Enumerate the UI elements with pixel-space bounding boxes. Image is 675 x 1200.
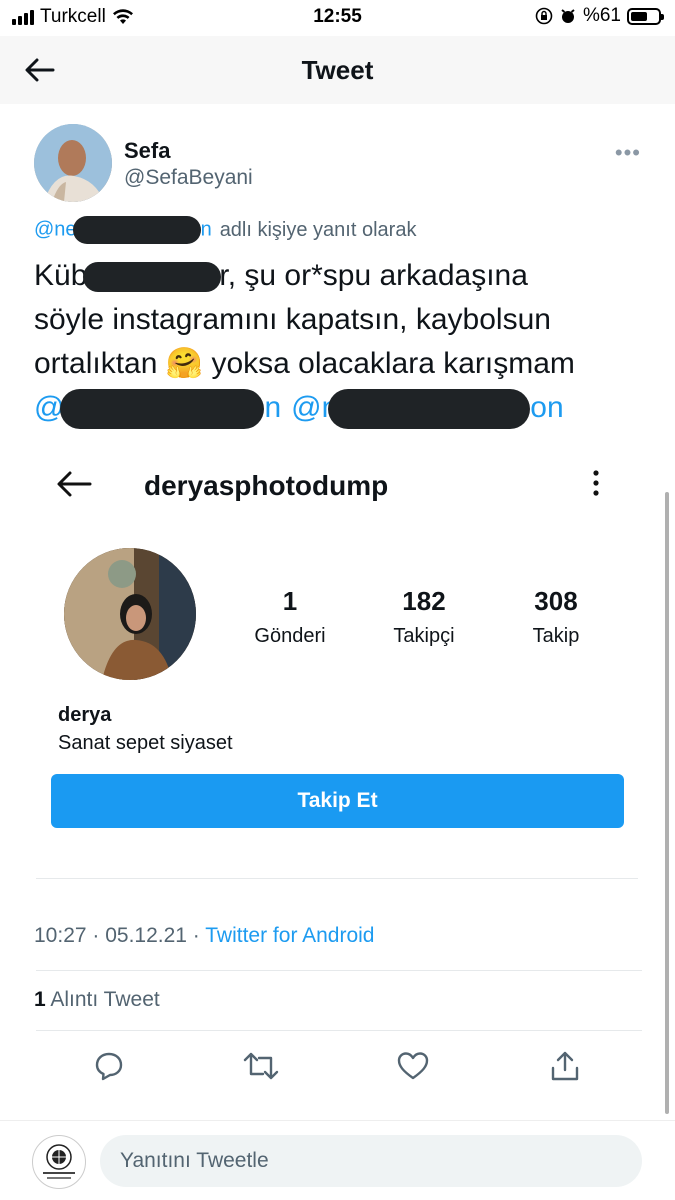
emblem-icon (43, 1144, 75, 1179)
tweet-text: Küb r, şu or*spu arkadaşına söyle instagr… (34, 259, 575, 380)
divider (36, 970, 642, 971)
author-handle[interactable]: @SefaBeyani (124, 166, 253, 190)
attached-image[interactable]: deryasphotodump 1 Gönderi 182 Takipçi 30… (34, 440, 640, 860)
battery-icon (627, 7, 664, 25)
ig-stat-followers: 182 Takipçi (393, 586, 455, 647)
author-avatar[interactable] (34, 124, 112, 202)
header: Tweet (0, 36, 675, 104)
redaction (83, 262, 222, 293)
reply-icon[interactable] (89, 1046, 129, 1086)
ig-profile-photo (64, 548, 196, 680)
ig-bio: Sanat sepet siyaset (58, 732, 233, 754)
share-icon[interactable] (545, 1046, 585, 1086)
scrollbar[interactable] (665, 492, 669, 1114)
tweet-timestamp: 10:27 · 05.12.21 · Twitter for Android (34, 924, 375, 947)
mention-1[interactable]: @ n (34, 386, 281, 430)
status-right: %61 (535, 5, 664, 27)
redaction (72, 216, 201, 244)
reply-label: adlı kişiye yanıt olarak (219, 218, 417, 241)
page-title: Tweet (301, 54, 374, 85)
tweet-source[interactable]: Twitter for Android (205, 924, 374, 947)
status-bar: Turkcell 12:55 %61 (0, 0, 675, 36)
user-avatar[interactable] (32, 1135, 86, 1189)
back-button[interactable] (22, 52, 58, 88)
tweet-mentions: @ n @n on (34, 386, 564, 430)
tweet-actions (0, 1046, 675, 1090)
reply-bar: Yanıtını Tweetle (0, 1120, 675, 1200)
ig-display-name: derya (58, 704, 112, 726)
author-name[interactable]: Sefa (124, 138, 170, 164)
battery-percent: %61 (582, 5, 621, 26)
divider (36, 878, 638, 879)
mention-2[interactable]: @n on (291, 386, 564, 430)
orientation-lock-icon (535, 7, 553, 25)
quote-tweets-link[interactable]: 1 Alıntı Tweet (34, 988, 160, 1012)
retweet-icon[interactable] (241, 1046, 281, 1086)
arrow-left-icon (25, 58, 55, 82)
alarm-icon (561, 9, 575, 23)
ig-stat-following: 308 Takip (532, 586, 580, 647)
divider (36, 1030, 642, 1031)
reply-mention[interactable]: @ne n (34, 216, 212, 244)
ig-back-icon (56, 470, 92, 503)
more-options-icon[interactable]: ••• (615, 140, 641, 166)
ig-username: deryasphotodump (144, 470, 389, 501)
reply-context: @ne n adlı kişiye yanıt olarak (34, 216, 416, 244)
hugging-emoji: 🤗 (165, 347, 204, 380)
ig-more-icon (592, 470, 600, 501)
redaction (328, 389, 531, 430)
reply-input[interactable]: Yanıtını Tweetle (100, 1135, 642, 1187)
redaction (60, 389, 265, 430)
ig-follow-button: Takip Et (51, 774, 624, 828)
like-icon[interactable] (393, 1046, 433, 1086)
ig-stat-posts: 1 Gönderi (254, 586, 326, 647)
